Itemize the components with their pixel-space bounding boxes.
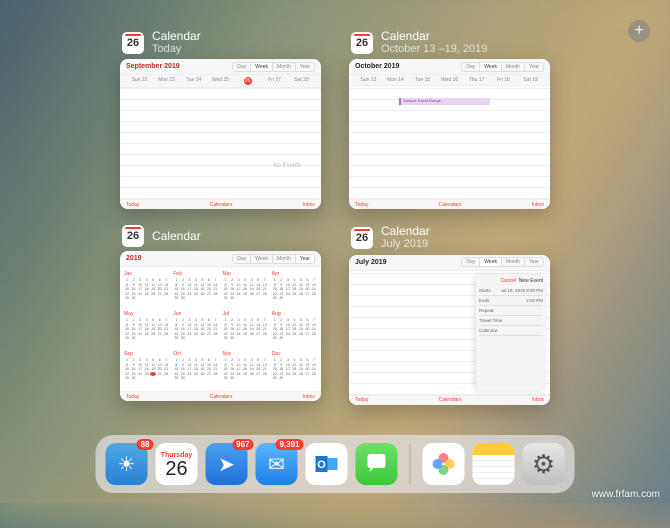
editor-field-calendar[interactable]: Calendar <box>479 326 543 336</box>
calendar-icon: 26 <box>122 32 144 54</box>
editor-field-starts[interactable]: StartsJul 18, 2019 9:00 PM <box>479 286 543 296</box>
calendar-icon: 26 <box>122 225 144 247</box>
footer-today[interactable]: Today <box>355 397 368 403</box>
calendar-icon: 26 <box>351 32 373 54</box>
month-header: September 2019 <box>126 63 180 70</box>
footer-calendars[interactable]: Calendars <box>210 394 233 400</box>
view-segments[interactable]: Day Week Month Year <box>461 257 544 267</box>
footer-calendars[interactable]: Calendars <box>210 202 233 208</box>
badge: 9,391 <box>275 439 303 450</box>
window-title: Calendar <box>152 230 201 243</box>
mini-month[interactable]: Oct1234567891011121314151617181920212223… <box>173 351 218 387</box>
footer-inbox[interactable]: Inbox <box>532 202 544 208</box>
footer-inbox[interactable]: Inbox <box>303 202 315 208</box>
dock-app-weather[interactable]: ☀ 88 <box>106 443 148 485</box>
window-subtitle: October 13 –19, 2019 <box>381 43 487 55</box>
day-header-row: Sun 22 Mon 23 Tue 24 Wed 25 26 Fri 27 Sa… <box>120 75 321 88</box>
paperplane-icon: ➤ <box>218 452 235 477</box>
dock-app-mail[interactable]: ✉ 9,391 <box>256 443 298 485</box>
mini-month[interactable]: Feb1234567891011121314151617181920212223… <box>173 271 218 307</box>
mini-month[interactable]: Mar1234567891011121314151617181920212223… <box>223 271 268 307</box>
week-grid[interactable]: Cancel New Event StartsJul 18, 2019 9:00… <box>349 271 550 395</box>
month-header: July 2019 <box>355 259 387 266</box>
dock-app-photos[interactable] <box>423 443 465 485</box>
event-editor-panel[interactable]: Cancel New Event StartsJul 18, 2019 9:00… <box>476 275 546 391</box>
footer-inbox[interactable]: Inbox <box>303 394 315 400</box>
mini-month[interactable]: Dec1234567891011121314151617181920212223… <box>272 351 317 387</box>
mini-month[interactable]: Jul1234567891011121314151617181920212223… <box>223 311 268 347</box>
view-segments[interactable]: Day Week Month Year <box>461 62 544 72</box>
gear-icon: ⚙ <box>532 449 555 480</box>
outlook-icon: O <box>312 449 342 479</box>
view-segments[interactable]: Day Week Month Year <box>232 62 315 72</box>
mini-month[interactable]: May1234567891011121314151617181920212223… <box>124 311 169 347</box>
badge: 88 <box>137 439 154 450</box>
dock-separator <box>410 444 411 484</box>
mini-month[interactable]: Sep1234567891011121314151617181920212223… <box>124 351 169 387</box>
photos-icon <box>428 448 460 480</box>
window-july[interactable]: 26 Calendar July 2019 July 2019 Day Week… <box>349 225 550 404</box>
sun-icon: ☀ <box>118 452 136 477</box>
no-events-label: No Events <box>273 163 301 169</box>
year-grid[interactable]: Jan1234567891011121314151617181920212223… <box>120 267 321 391</box>
dock: ☀ 88 Thursday 26 ➤ 967 ✉ 9,391 O ⚙ <box>96 435 575 493</box>
footer-calendars[interactable]: Calendars <box>439 397 462 403</box>
window-title: Calendar <box>381 225 430 238</box>
dock-app-notes[interactable] <box>473 443 515 485</box>
day-header-row: Sun 13 Mon 14 Tue 15 Wed 16 Thu 17 Fri 1… <box>349 75 550 86</box>
week-grid[interactable]: No Events <box>120 88 321 199</box>
calendar-event[interactable]: Sample Event Range <box>399 98 490 105</box>
dock-app-send[interactable]: ➤ 967 <box>206 443 248 485</box>
window-today[interactable]: 26 Calendar Today September 2019 Day Wee… <box>120 30 321 209</box>
footer-today[interactable]: Today <box>126 394 139 400</box>
message-icon <box>364 451 390 477</box>
mini-month[interactable]: Jan1234567891011121314151617181920212223… <box>124 271 169 307</box>
window-year[interactable]: 26 Calendar 2019 Day Week Month Year Jan… <box>120 225 321 404</box>
cancel-button[interactable]: Cancel <box>500 278 516 284</box>
svg-text:O: O <box>317 459 326 471</box>
notes-lines-icon <box>473 455 515 485</box>
calendar-day: 26 <box>165 459 187 479</box>
window-subtitle: Today <box>152 43 201 55</box>
editor-title: New Event <box>519 278 543 284</box>
dock-app-outlook[interactable]: O <box>306 443 348 485</box>
mini-month[interactable]: Aug1234567891011121314151617181920212223… <box>272 311 317 347</box>
week-grid[interactable]: Sample Event Range <box>349 86 550 199</box>
dock-app-messages[interactable] <box>356 443 398 485</box>
view-segments[interactable]: Day Week Month Year <box>232 254 315 264</box>
dock-app-settings[interactable]: ⚙ <box>523 443 565 485</box>
badge: 967 <box>232 439 253 450</box>
notes-header-bar <box>473 443 515 455</box>
envelope-icon: ✉ <box>268 452 285 477</box>
mini-month[interactable]: Nov1234567891011121314151617181920212223… <box>223 351 268 387</box>
watermark: www.frfam.com <box>592 489 660 500</box>
calendar-icon: 26 <box>351 227 373 249</box>
window-october[interactable]: 26 Calendar October 13 –19, 2019 October… <box>349 30 550 209</box>
mini-month[interactable]: Jun1234567891011121314151617181920212223… <box>173 311 218 347</box>
footer-calendars[interactable]: Calendars <box>439 202 462 208</box>
window-title: Calendar <box>152 30 201 43</box>
window-subtitle: July 2019 <box>381 238 430 250</box>
today-marker: 26 <box>244 77 252 85</box>
window-grid: 26 Calendar Today September 2019 Day Wee… <box>120 30 550 405</box>
year-header: 2019 <box>126 255 142 262</box>
dock-app-calendar[interactable]: Thursday 26 <box>156 443 198 485</box>
editor-field-repeat[interactable]: Repeat <box>479 306 543 316</box>
editor-field-travel[interactable]: Travel Time <box>479 316 543 326</box>
editor-field-ends[interactable]: Ends2:00 PM <box>479 296 543 306</box>
footer-inbox[interactable]: Inbox <box>532 397 544 403</box>
add-window-button[interactable]: + <box>628 20 650 42</box>
footer-today[interactable]: Today <box>355 202 368 208</box>
plus-icon: + <box>634 22 643 40</box>
window-title: Calendar <box>381 30 487 43</box>
footer-today[interactable]: Today <box>126 202 139 208</box>
month-header: October 2019 <box>355 63 399 70</box>
mini-month[interactable]: Apr1234567891011121314151617181920212223… <box>272 271 317 307</box>
